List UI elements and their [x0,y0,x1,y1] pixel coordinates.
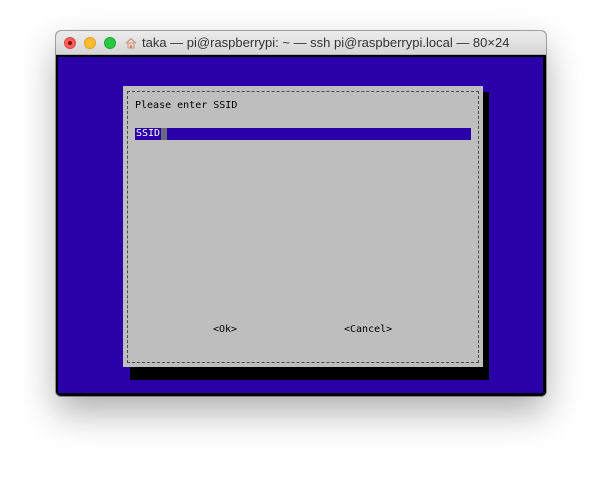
ssid-input[interactable]: SSID [135,128,471,140]
dialog-prompt: Please enter SSID [135,100,238,111]
close-window-button[interactable] [64,37,76,49]
minimize-window-button[interactable] [84,37,96,49]
input-dialog: Please enter SSID SSID <Ok> <Cancel> [123,86,483,367]
window-title: taka — pi@raspberrypi: ~ — ssh pi@raspbe… [142,35,510,50]
ok-button[interactable]: <Ok> [213,324,237,335]
cancel-button[interactable]: <Cancel> [344,324,392,335]
title-bar[interactable]: taka — pi@raspberrypi: ~ — ssh pi@raspbe… [56,31,546,55]
zoom-window-button[interactable] [104,37,116,49]
home-icon [125,37,137,49]
text-cursor [161,128,167,140]
ssid-input-value: SSID [135,128,162,140]
terminal-window: taka — pi@raspberrypi: ~ — ssh pi@raspbe… [56,31,546,396]
terminal-screen[interactable]: Please enter SSID SSID <Ok> <Cancel> [56,55,546,396]
